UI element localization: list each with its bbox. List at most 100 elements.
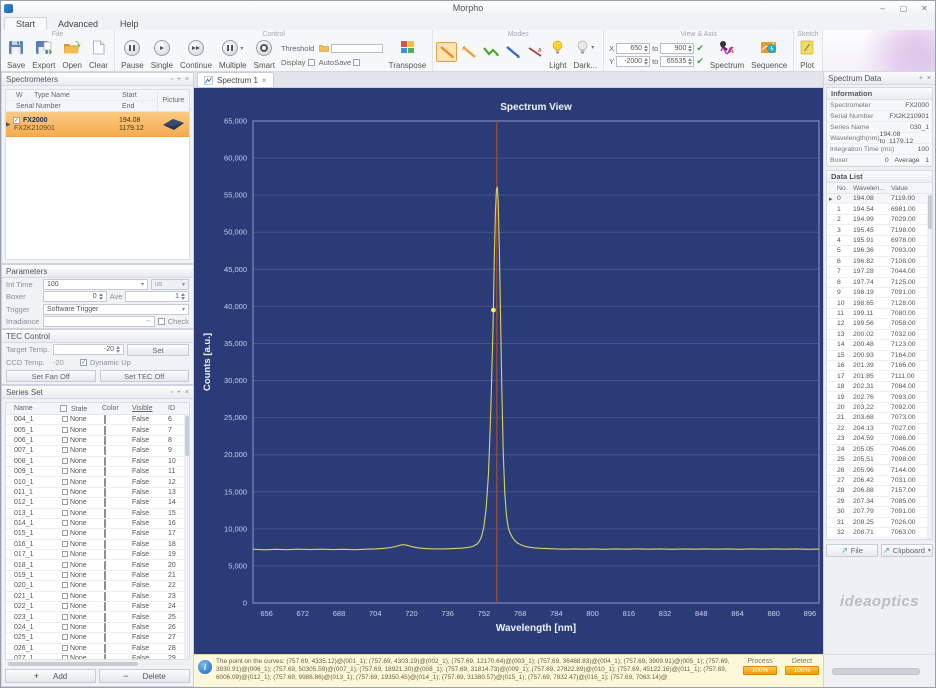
tab-advanced[interactable]: Advanced — [47, 18, 109, 30]
series-row[interactable]: 022_1 NoneFalse24 — [6, 602, 189, 612]
light-button[interactable]: Light — [546, 39, 569, 71]
mode-absorbance-button[interactable] — [502, 42, 523, 62]
data-row[interactable]: 23204.597086.00 — [827, 434, 932, 444]
data-row[interactable]: 28206.887157.00 — [827, 486, 932, 496]
data-row[interactable]: 26205.967144.00 — [827, 465, 932, 475]
data-row[interactable]: 3195.457198.00 — [827, 225, 932, 235]
float-panel-icon[interactable]: ▫ — [170, 73, 172, 86]
mode-dark-button[interactable] — [458, 42, 479, 62]
autosave-checkbox[interactable] — [353, 59, 360, 66]
device-checkbox[interactable]: ✓ — [13, 117, 20, 124]
data-row[interactable]: 16201.397166.00 — [827, 361, 932, 371]
series-row[interactable]: 027_1 NoneFalse29 — [6, 654, 189, 659]
series-row[interactable]: 010_1 NoneFalse12 — [6, 477, 189, 487]
tab-close-icon[interactable]: × — [262, 76, 267, 85]
close-panel-icon[interactable]: × — [185, 73, 189, 86]
clear-button[interactable]: Clear — [86, 39, 111, 71]
data-row[interactable]: 8197.747125.00 — [827, 278, 932, 288]
close-panel-icon[interactable]: × — [185, 386, 189, 399]
data-row[interactable]: 31208.257026.00 — [827, 518, 932, 528]
continue-button[interactable]: Continue — [177, 39, 215, 71]
data-row[interactable]: 10198.657128.00 — [827, 298, 932, 308]
dynamic-up-checkbox[interactable]: ✓ — [80, 359, 87, 366]
y-to-spinner[interactable]: 65535 — [660, 56, 694, 67]
series-row[interactable]: 019_1 NoneFalse21 — [6, 571, 189, 581]
series-row[interactable]: 026_1 NoneFalse28 — [6, 644, 189, 654]
pin-panel-icon[interactable]: + — [177, 73, 181, 86]
data-row[interactable]: 11199.117080.00 — [827, 309, 932, 319]
data-row[interactable]: 1194.546981.00 — [827, 204, 932, 214]
series-row[interactable]: 005_1 NoneFalse7 — [6, 425, 189, 435]
series-row[interactable]: 006_1 NoneFalse8 — [6, 436, 189, 446]
data-row[interactable]: 25205.517098.00 — [827, 455, 932, 465]
data-row[interactable]: 6196.827108.00 — [827, 257, 932, 267]
pin-panel-icon[interactable]: + — [919, 72, 923, 85]
data-row[interactable]: 15200.937164.00 — [827, 351, 932, 361]
series-row[interactable]: 011_1 NoneFalse13 — [6, 488, 189, 498]
set-temp-button[interactable]: Set — [127, 344, 189, 356]
series-row[interactable]: 023_1 NoneFalse25 — [6, 612, 189, 622]
data-row[interactable]: 27206.427031.00 — [827, 476, 932, 486]
mode-raw-button[interactable] — [436, 42, 457, 62]
data-row[interactable]: 20203.227092.00 — [827, 403, 932, 413]
data-row[interactable]: 7197.287044.00 — [827, 267, 932, 277]
series-row[interactable]: 025_1 NoneFalse27 — [6, 633, 189, 643]
y-from-spinner[interactable]: -2000 — [616, 56, 650, 67]
series-row[interactable]: 015_1 NoneFalse17 — [6, 529, 189, 539]
multiple-button[interactable]: ▾ Multiple — [216, 39, 250, 71]
data-row[interactable]: 17201.857111.00 — [827, 371, 932, 381]
pause-button[interactable]: Pause — [118, 39, 147, 71]
x-from-spinner[interactable]: 650 — [616, 43, 650, 54]
tab-start[interactable]: Start — [4, 17, 47, 30]
copy-clipboard-button[interactable]: ↗Clipboard▾ — [881, 544, 933, 557]
export-button[interactable]: Export — [29, 39, 58, 71]
mode-transmission-button[interactable] — [480, 42, 501, 62]
data-row[interactable]: 19202.767093.00 — [827, 392, 932, 402]
state-all-checkbox[interactable] — [60, 405, 67, 412]
spectrum-chart[interactable]: 05,00010,00015,00020,00025,00030,00035,0… — [194, 88, 825, 656]
series-row[interactable]: 016_1 NoneFalse18 — [6, 540, 189, 550]
set-fan-off-button[interactable]: Set Fan Off — [6, 370, 96, 382]
data-row[interactable]: 14200.487123.00 — [827, 340, 932, 350]
data-row[interactable]: 2194.997029.00 — [827, 215, 932, 225]
spectrometer-row[interactable]: ▶ ✓ FX2000 194.08 FX2K210901 1179.12 — [6, 112, 189, 137]
delete-series-button[interactable]: −Delete — [99, 669, 190, 683]
single-button[interactable]: Single — [148, 39, 176, 71]
series-row[interactable]: 007_1 NoneFalse9 — [6, 446, 189, 456]
series-row[interactable]: 020_1 NoneFalse22 — [6, 581, 189, 591]
series-horizontal-scrollbar[interactable] — [6, 661, 189, 666]
open-button[interactable]: Open — [59, 39, 85, 71]
boxer-spinner[interactable]: 0 — [43, 291, 107, 302]
series-row[interactable]: 018_1 NoneFalse20 — [6, 560, 189, 570]
int-time-unit-select[interactable]: us▾ — [151, 279, 189, 290]
save-button[interactable]: Save — [4, 39, 28, 71]
series-vertical-scrollbar[interactable] — [184, 415, 189, 659]
spectrum-view-button[interactable]: A Spectrum — [707, 39, 747, 71]
autosave-option[interactable]: AutoSave — [319, 58, 383, 67]
close-panel-icon[interactable]: × — [927, 72, 931, 85]
float-panel-icon[interactable]: ▫ — [170, 386, 172, 399]
data-row[interactable]: 24205.057046.00 — [827, 445, 932, 455]
tab-spectrum-1[interactable]: Spectrum 1 × — [197, 72, 274, 87]
x-apply-check-icon[interactable]: ✔ — [696, 44, 704, 53]
export-file-button[interactable]: ↗File — [826, 544, 878, 557]
horizontal-scrollbar-thumb[interactable] — [832, 668, 920, 675]
check-checkbox[interactable] — [158, 318, 165, 325]
add-series-button[interactable]: +Add — [5, 669, 96, 683]
dark-button[interactable]: ▾ Dark... — [571, 39, 601, 71]
pin-panel-icon[interactable]: + — [177, 386, 181, 399]
autosave-path-field[interactable] — [331, 44, 383, 53]
smart-button[interactable]: Smart — [251, 39, 278, 71]
series-row[interactable]: 017_1 NoneFalse19 — [6, 550, 189, 560]
plot-button[interactable]: Plot — [797, 39, 817, 71]
transpose-button[interactable]: Transpose — [386, 39, 430, 71]
sequence-view-button[interactable]: Sequence — [748, 39, 790, 71]
series-row[interactable]: 004_1 NoneFalse6 — [6, 415, 189, 425]
x-to-spinner[interactable]: 900 — [660, 43, 694, 54]
series-row[interactable]: 013_1 NoneFalse15 — [6, 509, 189, 519]
data-row[interactable]: ▸0194.087119.00 — [827, 194, 932, 204]
data-row[interactable]: 18202.317084.00 — [827, 382, 932, 392]
tab-help[interactable]: Help — [109, 18, 150, 30]
maximize-button[interactable]: ▢ — [893, 2, 914, 15]
data-row[interactable]: 5196.367093.00 — [827, 246, 932, 256]
